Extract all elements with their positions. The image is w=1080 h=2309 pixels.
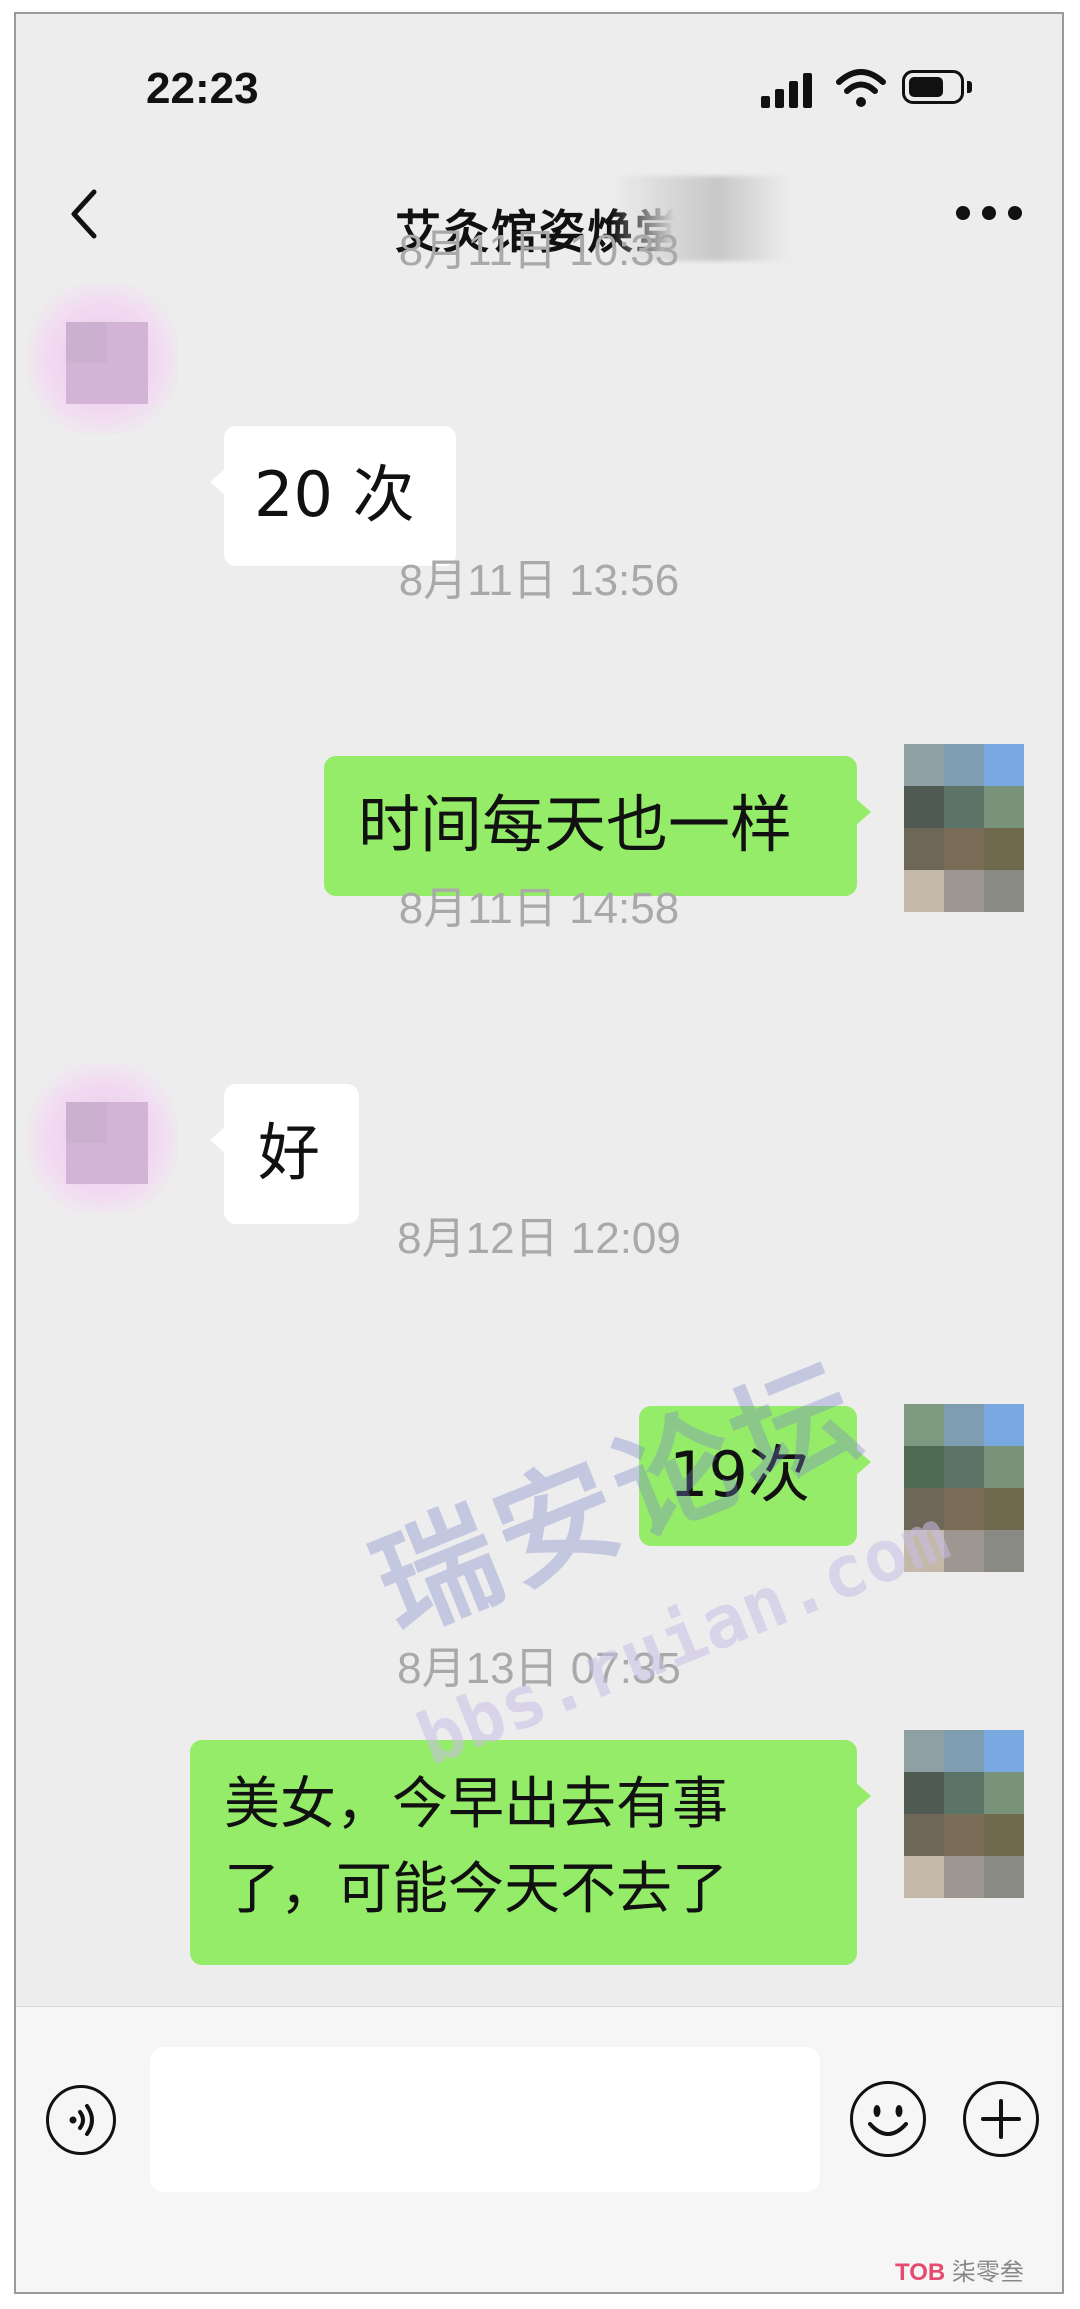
message-timestamp: 8月12日 12:09	[397, 1214, 681, 1263]
wifi-icon	[836, 69, 886, 107]
battery-tip	[967, 81, 972, 93]
input-bar	[16, 2006, 1062, 2292]
message-input[interactable]	[150, 2047, 820, 2192]
corner-site-logo: TOB 柒零叁	[895, 2252, 1024, 2287]
battery-icon	[902, 70, 964, 104]
message-timestamp: 8月11日 10:33	[398, 226, 680, 275]
outgoing-message-bubble[interactable]: 美女，今早出去有事了，可能今天不去了	[190, 1740, 871, 1965]
corner-logo-text: 柒零叁	[951, 2259, 1024, 2286]
message-timestamp: 8月11日 13:56	[398, 556, 680, 605]
contact-avatar[interactable]	[28, 1064, 178, 1214]
corner-logo-mark: TOB	[895, 2259, 946, 2286]
voice-icon[interactable]	[46, 2085, 116, 2155]
message-timestamp: 8月11日 14:58	[398, 884, 680, 933]
user-avatar[interactable]	[886, 1730, 1036, 1898]
emoji-icon[interactable]	[850, 2081, 926, 2157]
contact-avatar[interactable]	[28, 284, 178, 434]
chat-screen: 22:23 艾灸馆姿焕堂 8月11日 10:33 20 次 8月11日 13:5…	[14, 12, 1064, 2294]
plus-icon[interactable]	[963, 2081, 1039, 2157]
status-bar: 22:23	[16, 14, 1062, 154]
status-time: 22:23	[146, 64, 259, 113]
signal-icon	[761, 72, 817, 108]
